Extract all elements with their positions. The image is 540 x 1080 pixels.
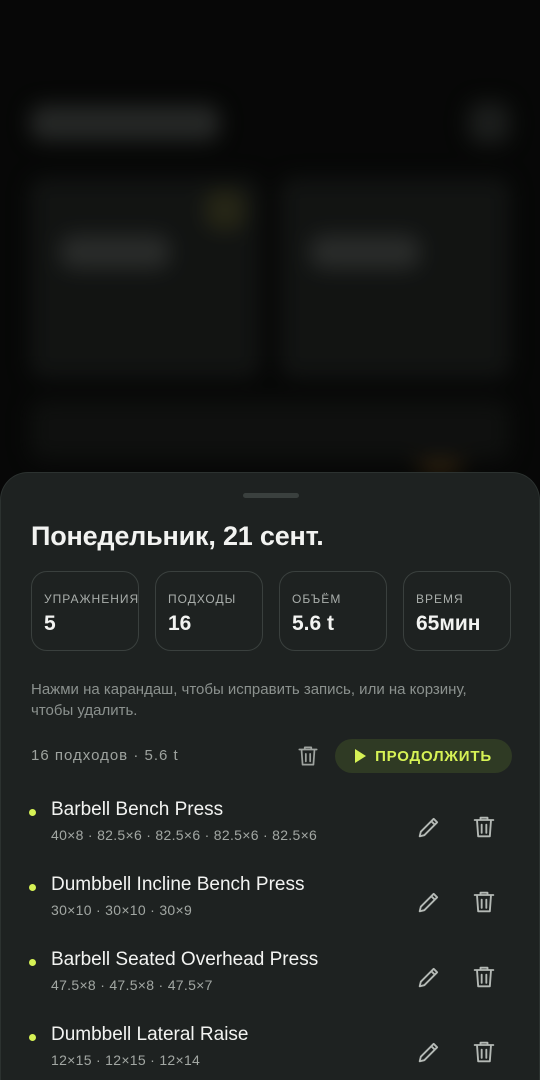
- pencil-icon: [418, 1042, 439, 1063]
- exercise-item[interactable]: Barbell Bench Press 40×8 · 82.5×6 · 82.5…: [1, 797, 539, 867]
- delete-workout-button[interactable]: [295, 743, 321, 769]
- stat-label: ОБЪЁМ: [292, 592, 342, 606]
- delete-button[interactable]: [470, 888, 498, 916]
- workout-summary: 16 подходов · 5.6 t: [31, 747, 179, 764]
- exercise-sets: 40×8 · 82.5×6 · 82.5×6 · 82.5×6 · 82.5×6: [51, 827, 318, 843]
- stat-label: ВРЕМЯ: [416, 592, 464, 606]
- exercise-item[interactable]: Dumbbell Lateral Raise 12×15 · 12×15 · 1…: [1, 1022, 539, 1080]
- edit-button[interactable]: [415, 963, 443, 991]
- delete-button[interactable]: [470, 813, 498, 841]
- exercise-item[interactable]: Barbell Seated Overhead Press 47.5×8 · 4…: [1, 947, 539, 1017]
- pencil-icon: [418, 967, 439, 988]
- workout-bottom-sheet: Понедельник, 21 сент. УПРАЖНЕНИЯ 5 ПОДХО…: [0, 472, 540, 1080]
- stat-volume: ОБЪЁМ 5.6 t: [279, 571, 387, 651]
- exercise-name: Barbell Seated Overhead Press: [51, 949, 319, 970]
- stat-label: УПРАЖНЕНИЯ: [44, 592, 140, 606]
- trash-icon: [473, 891, 495, 913]
- pencil-icon: [418, 817, 439, 838]
- bullet-dot: [29, 809, 36, 816]
- trash-icon: [298, 746, 318, 766]
- exercise-item[interactable]: Dumbbell Incline Bench Press 30×10 · 30×…: [1, 872, 539, 942]
- stat-value: 5.6 t: [292, 612, 335, 635]
- stat-value: 16: [168, 612, 192, 635]
- sheet-title: Понедельник, 21 сент.: [31, 521, 324, 551]
- pencil-icon: [418, 892, 439, 913]
- exercise-sets: 30×10 · 30×10 · 30×9: [51, 902, 193, 918]
- exercise-sets: 12×15 · 12×15 · 12×14: [51, 1052, 201, 1068]
- edit-button[interactable]: [415, 1038, 443, 1066]
- play-icon: [355, 749, 367, 763]
- stat-sets: ПОДХОДЫ 16: [155, 571, 263, 651]
- exercise-name: Dumbbell Incline Bench Press: [51, 874, 305, 895]
- stat-label: ПОДХОДЫ: [168, 592, 237, 606]
- bullet-dot: [29, 1034, 36, 1041]
- sheet-drag-handle[interactable]: [243, 493, 299, 498]
- exercise-name: Barbell Bench Press: [51, 799, 224, 820]
- continue-workout-button[interactable]: ПРОДОЛЖИТЬ: [335, 739, 512, 773]
- hint-text: Нажми на карандаш, чтобы исправить запис…: [31, 681, 467, 719]
- bullet-dot: [29, 959, 36, 966]
- stat-exercises: УПРАЖНЕНИЯ 5: [31, 571, 139, 651]
- continue-label: ПРОДОЛЖИТЬ: [375, 747, 492, 765]
- bullet-dot: [29, 884, 36, 891]
- trash-icon: [473, 1041, 495, 1063]
- stat-value: 65мин: [416, 612, 481, 635]
- stat-time: ВРЕМЯ 65мин: [403, 571, 511, 651]
- exercise-name: Dumbbell Lateral Raise: [51, 1024, 249, 1045]
- exercise-sets: 47.5×8 · 47.5×8 · 47.5×7: [51, 977, 213, 993]
- edit-button[interactable]: [415, 813, 443, 841]
- edit-button[interactable]: [415, 888, 443, 916]
- delete-button[interactable]: [470, 963, 498, 991]
- trash-icon: [473, 816, 495, 838]
- delete-button[interactable]: [470, 1038, 498, 1066]
- trash-icon: [473, 966, 495, 988]
- stat-value: 5: [44, 612, 56, 635]
